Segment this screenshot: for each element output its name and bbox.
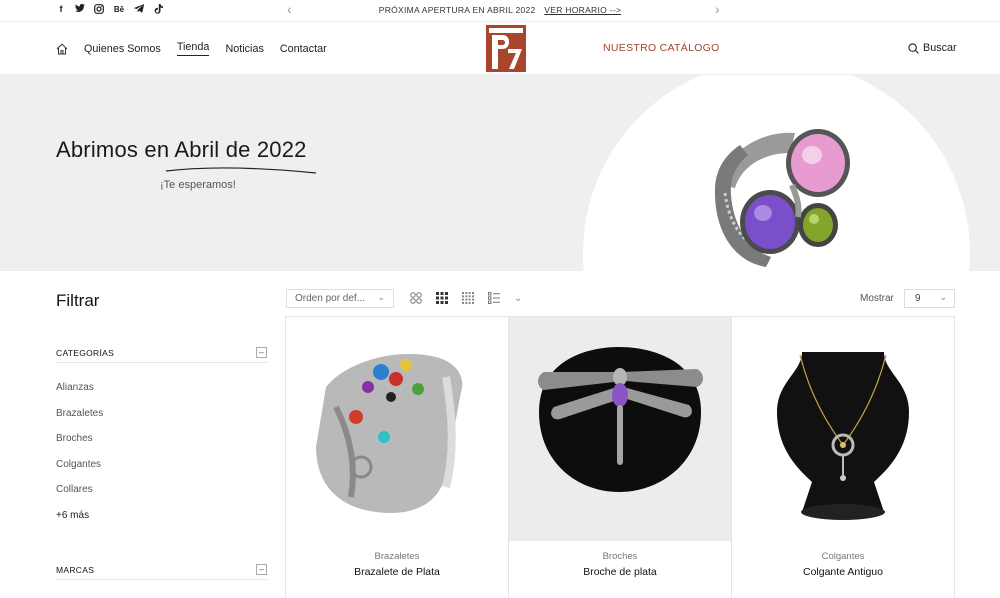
category-item-collares[interactable]: Collares xyxy=(56,484,103,510)
hero-title: Abrimos en Abril de 2022 xyxy=(56,137,307,162)
view-switcher: ⌄ xyxy=(410,292,522,304)
product-name[interactable]: Broche de plata xyxy=(509,566,731,578)
collapse-icon[interactable]: – xyxy=(256,564,267,575)
category-item-broches[interactable]: Broches xyxy=(56,433,103,459)
top-bar: f Bē ‹ PRÓXIMA APERTURA EN ABRIL 2022 VE… xyxy=(0,0,1000,22)
promo-link[interactable]: VER HORARIO --> xyxy=(544,5,621,15)
product-image[interactable] xyxy=(509,317,731,541)
product-category[interactable]: Broches xyxy=(509,551,731,562)
product-name[interactable]: Colgante Antiguo xyxy=(732,566,954,578)
product-toolbar: Orden por def... ⌄ ⌄ Mostrar 9 ⌄ xyxy=(286,289,955,309)
grid-4-icon[interactable] xyxy=(462,292,474,304)
promo-next-arrow-icon[interactable]: › xyxy=(715,1,720,17)
grid-2-icon[interactable] xyxy=(410,292,422,304)
promo-text: PRÓXIMA APERTURA EN ABRIL 2022 xyxy=(378,5,536,15)
product-card[interactable]: Colgantes Colgante Antiguo xyxy=(731,317,955,598)
nav-item-contactar[interactable]: Contactar xyxy=(280,43,327,55)
product-image[interactable] xyxy=(286,317,508,541)
product-grid: Brazaletes Brazalete de Plata Broches Br… xyxy=(285,316,955,598)
product-category[interactable]: Brazaletes xyxy=(286,551,508,562)
hero-subtitle: ¡Te esperamos! xyxy=(160,179,236,191)
grid-3-icon[interactable] xyxy=(436,292,448,304)
product-name[interactable]: Brazalete de Plata xyxy=(286,566,508,578)
category-item-colgantes[interactable]: Colgantes xyxy=(56,459,103,485)
main-nav: Quienes Somos Tienda Noticias Contactar xyxy=(56,41,327,56)
categories-heading-label: CATEGORÍAS xyxy=(56,348,115,358)
hero-banner: Abrimos en Abril de 2022 ¡Te esperamos! xyxy=(0,75,1000,271)
search-label: Buscar xyxy=(923,42,957,54)
list-view-icon[interactable] xyxy=(488,292,500,304)
show-more-categories[interactable]: +6 más xyxy=(56,510,103,536)
product-card[interactable]: Broches Broche de plata xyxy=(508,317,731,598)
show-label: Mostrar xyxy=(860,293,894,304)
chevron-down-icon: ⌄ xyxy=(939,292,947,302)
catalog-link[interactable]: NUESTRO CATÁLOGO xyxy=(603,42,720,54)
sort-select[interactable]: Orden por def... ⌄ xyxy=(286,289,394,308)
chevron-down-icon[interactable]: ⌄ xyxy=(514,293,522,304)
category-list: Alianzas Brazaletes Broches Colgantes Co… xyxy=(56,382,103,536)
nav-item-quienes-somos[interactable]: Quienes Somos xyxy=(84,43,161,55)
per-page-select[interactable]: 9 ⌄ xyxy=(904,289,955,308)
product-card[interactable]: Brazaletes Brazalete de Plata xyxy=(285,317,508,598)
brands-heading[interactable]: MARCAS – xyxy=(56,564,267,580)
nav-item-noticias[interactable]: Noticias xyxy=(225,43,263,55)
chevron-down-icon: ⌄ xyxy=(377,292,385,302)
categories-heading[interactable]: CATEGORÍAS – xyxy=(56,347,267,363)
sort-value: Orden por def... xyxy=(295,293,366,304)
search-button[interactable]: Buscar xyxy=(908,42,957,54)
category-item-alianzas[interactable]: Alianzas xyxy=(56,382,103,408)
brands-heading-label: MARCAS xyxy=(56,565,95,575)
search-icon xyxy=(908,42,919,54)
product-image[interactable] xyxy=(732,317,954,541)
per-page-value: 9 xyxy=(915,293,921,304)
nav-item-tienda[interactable]: Tienda xyxy=(176,41,210,56)
ring-image xyxy=(714,129,850,267)
logo[interactable] xyxy=(486,25,526,72)
main-header: Quienes Somos Tienda Noticias Contactar … xyxy=(0,22,1000,75)
collapse-icon[interactable]: – xyxy=(256,347,267,358)
promo-banner: PRÓXIMA APERTURA EN ABRIL 2022 VER HORAR… xyxy=(0,5,1000,15)
product-category[interactable]: Colgantes xyxy=(732,551,954,562)
home-icon[interactable] xyxy=(56,43,68,55)
category-item-brazaletes[interactable]: Brazaletes xyxy=(56,408,103,434)
filter-title: Filtrar xyxy=(56,291,100,310)
hero-underline xyxy=(165,167,317,174)
